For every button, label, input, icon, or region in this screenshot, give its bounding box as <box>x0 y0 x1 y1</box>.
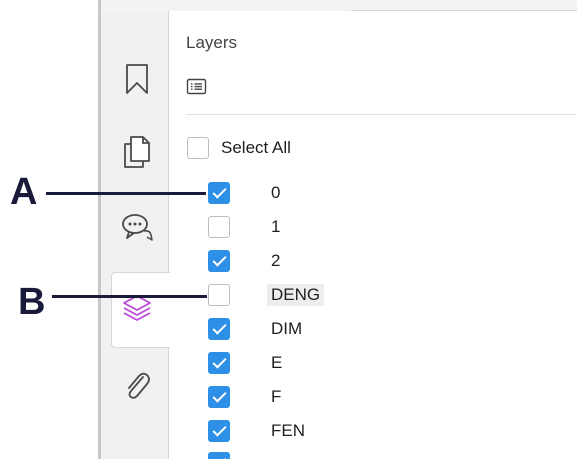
header-divider <box>186 114 577 115</box>
layer-label-1: 1 <box>271 217 281 236</box>
layer-label-fen: FEN <box>271 421 305 440</box>
bookmark-icon <box>126 64 148 94</box>
bookmarks-button[interactable] <box>114 56 160 102</box>
panel-title: Layers <box>186 33 238 52</box>
layer-label-0: 0 <box>271 183 281 202</box>
pages-icon <box>124 136 150 168</box>
attachment-icon <box>128 372 150 399</box>
layer-checkbox-next[interactable] <box>208 452 230 459</box>
layer-checkbox-deng[interactable] <box>208 284 230 306</box>
layers-panel <box>169 11 577 459</box>
layer-checkbox-dim[interactable] <box>208 318 230 340</box>
layers-button[interactable] <box>114 285 160 331</box>
attachments-button[interactable] <box>114 363 160 409</box>
layer-label-f: F <box>271 387 282 406</box>
select-all-label: Select All <box>221 138 291 157</box>
layer-label-e: E <box>271 353 283 372</box>
layer-checkbox-1[interactable] <box>208 216 230 238</box>
layer-label-dim: DIM <box>271 319 303 338</box>
layer-checkbox-2[interactable] <box>208 250 230 272</box>
select-all-checkbox[interactable] <box>187 137 209 159</box>
layers-options-button[interactable] <box>186 77 208 97</box>
layer-label-2: 2 <box>271 251 281 270</box>
list-options-icon <box>186 78 207 95</box>
layer-checkbox-e[interactable] <box>208 352 230 374</box>
page-margin <box>0 0 98 459</box>
callout-b-pointer <box>52 295 207 298</box>
layer-label-deng: DENG <box>267 284 325 306</box>
pages-button[interactable] <box>114 129 160 175</box>
callout-a-pointer <box>46 192 206 195</box>
callout-a: A <box>10 171 38 213</box>
layer-checkbox-f[interactable] <box>208 386 230 408</box>
callout-b: B <box>18 281 46 323</box>
layer-checkbox-0[interactable] <box>208 182 230 204</box>
comments-icon <box>122 214 153 241</box>
comments-button[interactable] <box>114 204 160 250</box>
layer-checkbox-fen[interactable] <box>208 420 230 442</box>
